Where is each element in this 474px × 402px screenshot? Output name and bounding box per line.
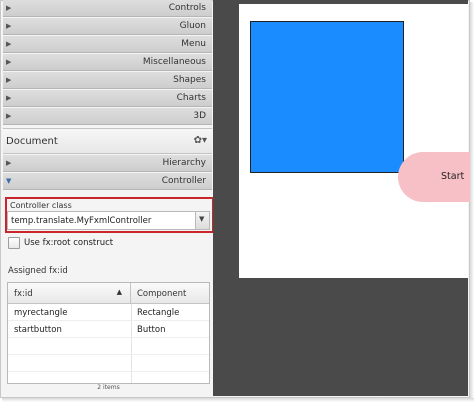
- section-label: Controls: [168, 3, 206, 13]
- library-section-controls[interactable]: ▶ Controls: [3, 0, 212, 17]
- component-cell: Button: [137, 325, 166, 335]
- design-canvas[interactable]: Start: [239, 4, 474, 278]
- expand-arrow-icon: ▶: [6, 76, 12, 84]
- library-section-menu[interactable]: ▶ Menu: [3, 36, 212, 53]
- start-button-label: Start: [441, 171, 465, 182]
- items-count-label: 2 items: [97, 384, 120, 391]
- column-header-fxid[interactable]: fx:id ▲: [8, 283, 131, 304]
- use-fxroot-label: Use fx:root construct: [24, 238, 114, 248]
- highlight-annotation-box: [5, 197, 214, 233]
- section-label: Hierarchy: [162, 158, 206, 168]
- section-label: 3D: [193, 111, 206, 121]
- myrectangle-shape[interactable]: [250, 21, 404, 173]
- expand-arrow-icon: ▶: [6, 4, 12, 12]
- section-label: Gluon: [179, 21, 206, 31]
- gear-icon[interactable]: ✿▾: [194, 135, 207, 146]
- content-area: Start: [213, 0, 474, 396]
- table-row-empty: [8, 355, 209, 372]
- sort-ascending-icon: ▲: [116, 288, 122, 296]
- column-header-label: fx:id: [14, 289, 33, 299]
- library-section-miscellaneous[interactable]: ▶ Miscellaneous: [3, 54, 212, 71]
- fxid-cell: myrectangle: [14, 308, 68, 318]
- left-panel: ▶ Controls ▶ Gluon ▶ Menu ▶ Miscellaneou…: [3, 0, 214, 396]
- assigned-fxid-table: fx:id ▲ Component myrectangle Rectangle …: [7, 282, 210, 384]
- table-row-empty: [8, 338, 209, 355]
- fxid-cell: startbutton: [14, 325, 62, 335]
- section-label: Miscellaneous: [142, 57, 206, 67]
- library-section-3d[interactable]: ▶ 3D: [3, 108, 212, 125]
- library-section-charts[interactable]: ▶ Charts: [3, 90, 212, 107]
- expand-arrow-icon: ▶: [6, 22, 12, 30]
- window-shadow: [2, 398, 474, 402]
- document-panel-header: Document ✿▾: [3, 128, 212, 154]
- expand-arrow-icon: ▶: [6, 94, 12, 102]
- use-fxroot-checkbox[interactable]: [8, 237, 20, 249]
- section-label: Controller: [161, 176, 206, 186]
- section-label: Menu: [181, 39, 206, 49]
- library-section-gluon[interactable]: ▶ Gluon: [3, 18, 212, 35]
- window-shadow: [470, 2, 474, 400]
- section-label: Shapes: [173, 75, 206, 85]
- expand-arrow-icon: ▶: [6, 159, 12, 167]
- column-header-label: Component: [137, 289, 187, 299]
- document-section-controller[interactable]: ▼ Controller: [3, 173, 212, 190]
- library-section-shapes[interactable]: ▶ Shapes: [3, 72, 212, 89]
- collapse-arrow-icon: ▼: [6, 177, 12, 185]
- column-header-component[interactable]: Component: [131, 283, 209, 304]
- section-label: Charts: [176, 93, 206, 103]
- table-row[interactable]: startbutton Button: [8, 321, 209, 338]
- assigned-fxid-label: Assigned fx:id: [8, 266, 68, 276]
- document-section-hierarchy[interactable]: ▶ Hierarchy: [3, 155, 212, 172]
- table-row[interactable]: myrectangle Rectangle: [8, 304, 209, 321]
- expand-arrow-icon: ▶: [6, 58, 12, 66]
- document-title: Document: [6, 136, 58, 147]
- expand-arrow-icon: ▶: [6, 40, 12, 48]
- component-cell: Rectangle: [137, 308, 180, 318]
- start-button[interactable]: Start: [398, 152, 474, 202]
- expand-arrow-icon: ▶: [6, 112, 12, 120]
